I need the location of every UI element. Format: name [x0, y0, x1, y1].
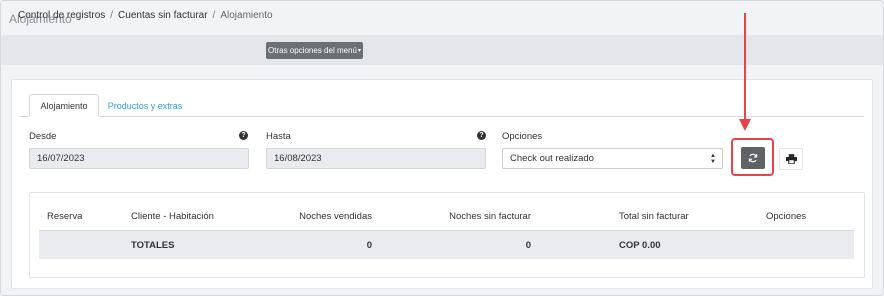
breadcrumb-item-cuentas-sin-facturar[interactable]: Cuentas sin facturar [118, 10, 208, 21]
column-header-total-sin-facturar[interactable]: Total sin facturar [619, 211, 689, 222]
column-header-reserva[interactable]: Reserva [47, 211, 82, 222]
more-options-label: Otras opciones del menú [268, 46, 357, 55]
print-icon [785, 154, 797, 164]
app-frame: Alojamiento Control de registros / Cuentas… [0, 0, 884, 296]
hasta-field[interactable]: 16/08/2023 [266, 148, 486, 169]
desde-label: Desde [29, 131, 57, 142]
print-button[interactable] [779, 148, 803, 170]
sort-arrows-icon: ▲ ▼ [710, 153, 716, 165]
caret-down-icon: ▾ [357, 48, 361, 54]
question-circle-icon[interactable]: ? [477, 131, 486, 140]
column-header-opciones: Opciones [766, 211, 807, 222]
refresh-button[interactable] [741, 147, 765, 169]
breadcrumb-separator: / [110, 10, 114, 21]
tab-productos-extras[interactable]: Productos y extras [105, 94, 185, 117]
totales-label: TOTALES [131, 240, 175, 251]
annotation-arrow-head [739, 119, 751, 131]
breadcrumb: Control de registros / Cuentas sin factura… [18, 10, 273, 21]
hasta-label: Hasta [266, 131, 291, 142]
more-options-button[interactable]: Otras opciones del menú ▾ [266, 42, 363, 59]
breadcrumb-separator: / [212, 10, 216, 21]
tab-alojamiento[interactable]: Alojamiento [29, 94, 99, 117]
desde-field[interactable]: 16/07/2023 [29, 148, 249, 169]
opciones-label: Opciones [502, 131, 543, 142]
question-circle-icon[interactable]: ? [239, 131, 248, 140]
column-header-noches-vendidas[interactable]: Noches vendidas [272, 211, 372, 222]
opciones-select[interactable]: Check out realizado ▲ ▼ [502, 148, 723, 169]
breadcrumb-bar [1, 35, 883, 65]
column-header-cliente-habitacion[interactable]: Cliente - Habitación [131, 211, 214, 222]
annotation-arrow-line [744, 13, 746, 120]
totales-noches-sin-facturar: 0 [525, 240, 531, 251]
refresh-icon [748, 153, 758, 163]
breadcrumb-item-control-registros[interactable]: Control de registros [18, 10, 105, 21]
totales-noches-vendidas: 0 [366, 240, 372, 251]
totales-total-sin-facturar: COP 0.00 [619, 240, 661, 251]
opciones-selected-value: Check out realizado [510, 153, 594, 164]
breadcrumb-item-alojamiento: Alojamiento [220, 10, 273, 21]
column-header-noches-sin-facturar[interactable]: Noches sin facturar [411, 211, 531, 222]
